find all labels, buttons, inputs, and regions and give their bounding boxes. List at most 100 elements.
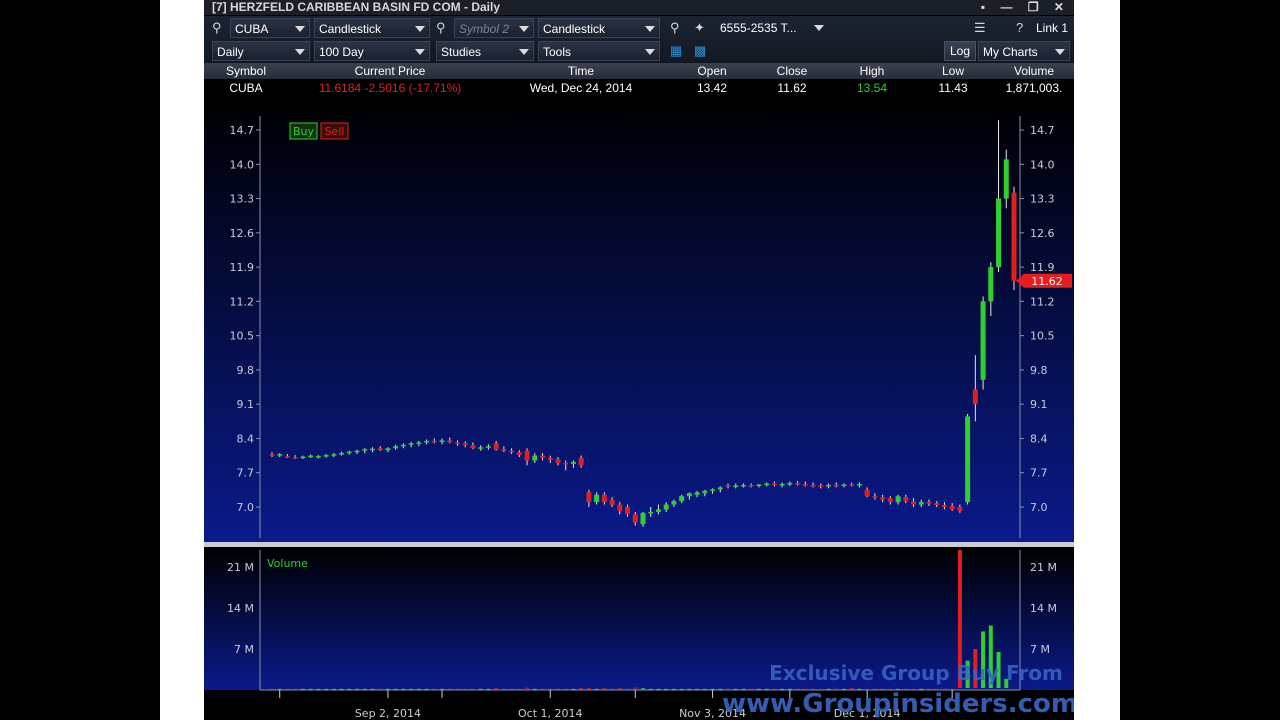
y-tick-label-left: 12.6 xyxy=(230,227,255,240)
symbol2-input[interactable]: Symbol 2 xyxy=(454,18,534,38)
chart-window: [7] HERZFELD CARIBBEAN BASIN FD COM - Da… xyxy=(204,0,1074,720)
volume-bar xyxy=(355,688,360,690)
chart-type1-select[interactable]: Candlestick xyxy=(314,18,430,38)
candle-body xyxy=(957,507,963,511)
account-select[interactable]: 6555-2535 T... xyxy=(716,18,828,38)
candle-body xyxy=(833,484,839,487)
candle-body xyxy=(485,446,491,448)
studies-select[interactable]: Studies xyxy=(436,41,534,61)
volume-bar xyxy=(347,688,352,690)
volume-bar xyxy=(602,688,607,690)
y-tick-label-right: 12.6 xyxy=(1030,227,1055,240)
volume-bar xyxy=(710,688,715,690)
volume-bar xyxy=(532,688,537,690)
volume-bar xyxy=(563,688,568,690)
candle-body xyxy=(787,483,793,485)
y-tick-label-left: 14.7 xyxy=(230,124,255,137)
candle-body xyxy=(300,456,306,459)
candle-body xyxy=(400,444,406,447)
volume-bar xyxy=(308,688,313,690)
candle-body xyxy=(710,489,716,491)
volume-bar xyxy=(679,688,684,690)
candle-body xyxy=(524,450,530,461)
symbol1-input[interactable]: CUBA xyxy=(230,18,310,38)
search-icon[interactable]: ⚲ xyxy=(436,18,446,38)
col-open: Open xyxy=(697,64,727,78)
volume-bar xyxy=(362,688,367,690)
quote-volume: 1,871,003. xyxy=(1005,81,1063,95)
candle-body xyxy=(856,483,862,486)
candle-body xyxy=(965,416,971,503)
period-select[interactable]: Daily xyxy=(212,41,310,61)
volume-bar xyxy=(370,688,375,690)
y-tick-label-right: 8.4 xyxy=(1030,432,1048,445)
candle-body xyxy=(323,455,329,457)
candle-body xyxy=(872,496,878,498)
search-icon[interactable]: ⚲ xyxy=(212,18,222,38)
candle-body xyxy=(439,440,445,442)
volume-bar xyxy=(695,688,700,690)
buy-button[interactable]: Buy xyxy=(293,125,315,138)
menu-icon[interactable]: ☰ xyxy=(974,18,986,38)
candle-body xyxy=(903,497,909,502)
window-controls[interactable]: ▪ — ❐ ✕ xyxy=(981,0,1070,14)
chart-svg[interactable]: 14.7 14.7 14.0 14.0 13.3 13.3 12.6 12.6 11.9 11.9… xyxy=(204,98,1074,720)
candle-body xyxy=(911,501,917,505)
candle-body xyxy=(640,512,646,525)
my-charts-select[interactable]: My Charts xyxy=(978,41,1070,61)
volume-bar xyxy=(440,688,445,690)
candle-body xyxy=(686,493,692,497)
volume-bar xyxy=(617,688,622,690)
candle-body xyxy=(895,496,901,503)
price-panel-bg xyxy=(204,98,1074,542)
range-select[interactable]: 100 Day xyxy=(314,41,430,61)
quote-open: 13.42 xyxy=(696,81,728,95)
zoom-icon[interactable]: ⚲ xyxy=(670,18,680,38)
y-tick-label-left: 14.0 xyxy=(230,158,255,171)
volume-bar xyxy=(501,688,506,690)
y-tick-label-right: 13.3 xyxy=(1030,193,1055,206)
volume-bar xyxy=(324,688,329,690)
link-select[interactable]: Link 1 xyxy=(1032,18,1072,38)
candle-body xyxy=(331,454,337,456)
expand-icon[interactable]: ▦ xyxy=(670,41,682,61)
volume-bar xyxy=(393,688,398,690)
chart-type2-select[interactable]: Candlestick xyxy=(538,18,660,38)
cursor-icon[interactable]: ✦ xyxy=(694,18,705,38)
panel-divider[interactable] xyxy=(204,542,1074,547)
y-tick-label-right: 10.5 xyxy=(1030,330,1055,343)
volume-tick-label-left: 21 M xyxy=(227,561,254,574)
quote-row: CUBA 11.6184 -2.5016 (-17.71%) Wed, Dec … xyxy=(204,79,1074,98)
candle-body xyxy=(308,455,314,458)
volume-bar xyxy=(285,688,290,690)
log-button[interactable]: Log xyxy=(944,41,976,61)
col-volume: Volume xyxy=(1013,64,1055,78)
help-icon[interactable]: ? xyxy=(1016,18,1023,38)
volume-bar xyxy=(300,688,305,690)
sell-button[interactable]: Sell xyxy=(325,125,345,138)
volume-tick-label-right: 7 M xyxy=(1030,643,1050,656)
volume-bar xyxy=(586,688,591,690)
candle-body xyxy=(470,445,476,449)
volume-bar xyxy=(293,688,298,690)
candle-body xyxy=(779,483,785,486)
candle-body xyxy=(547,458,553,460)
candle-body xyxy=(818,485,824,487)
candle-body xyxy=(462,443,468,446)
candle-body xyxy=(632,514,638,523)
y-tick-label-left: 10.5 xyxy=(230,330,255,343)
candle-body xyxy=(941,505,947,507)
volume-bar xyxy=(571,688,576,690)
volume-bar xyxy=(656,688,661,690)
grid-icon[interactable]: ▩ xyxy=(694,41,706,61)
tools-select[interactable]: Tools xyxy=(538,41,660,61)
watermark-line2: www.Groupinsiders.com xyxy=(722,689,1074,719)
volume-tick-label-right: 21 M xyxy=(1030,561,1057,574)
quote-header: Symbol Current Price Time Open Close Hig… xyxy=(204,63,1074,79)
volume-bar xyxy=(432,688,437,690)
candle-body xyxy=(377,448,383,451)
y-tick-label-right: 11.2 xyxy=(1030,295,1055,308)
candle-body xyxy=(516,452,522,456)
volume-bar xyxy=(525,687,530,689)
volume-bar xyxy=(339,688,344,690)
